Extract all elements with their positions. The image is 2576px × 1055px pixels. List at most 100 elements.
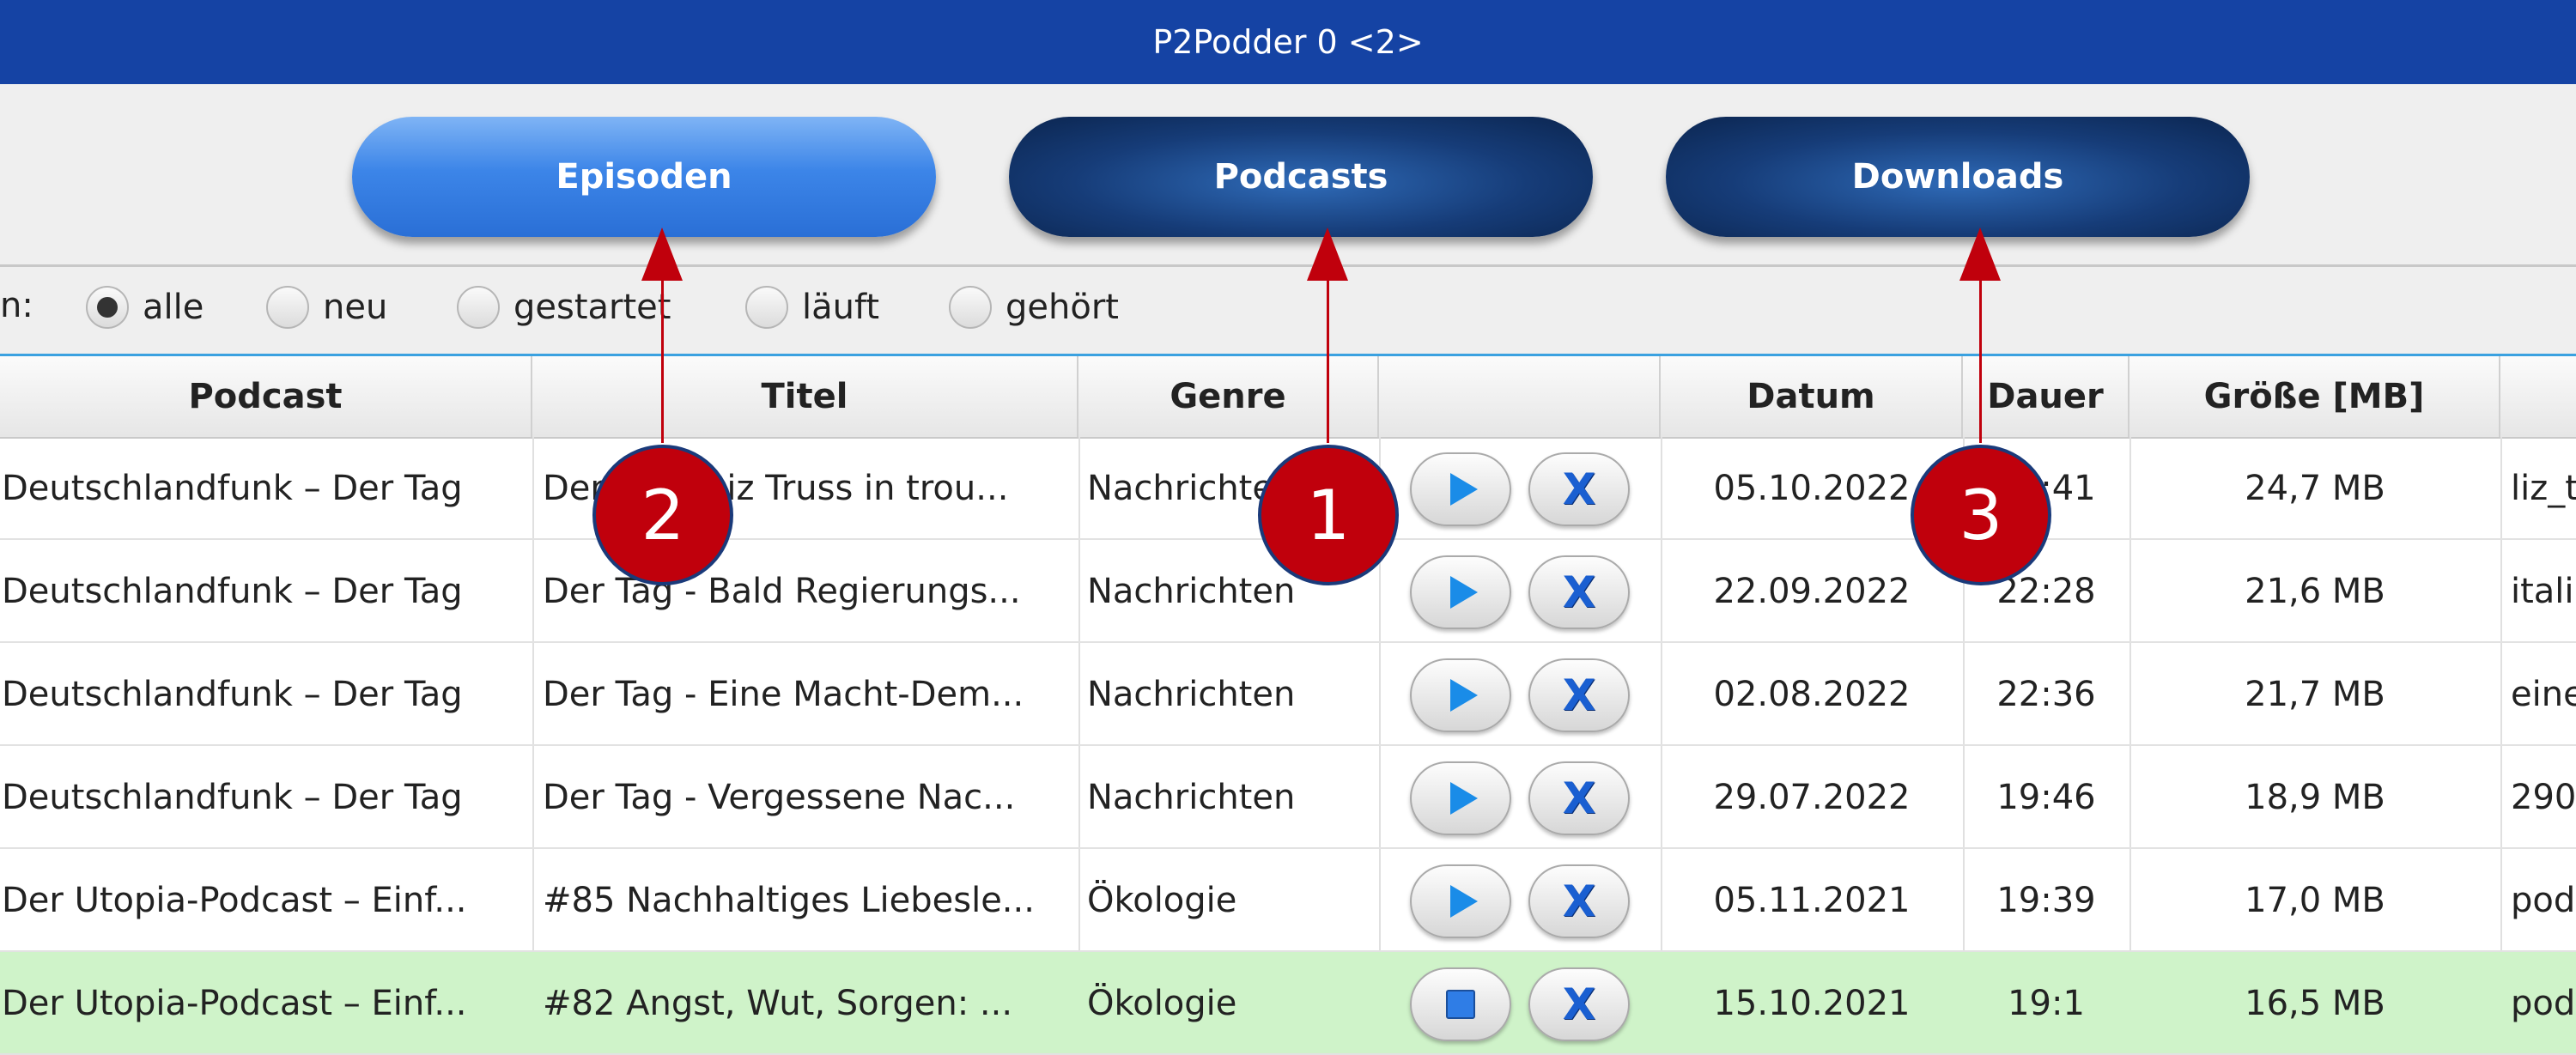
filter-gestartet-radio[interactable]: gestartet xyxy=(457,286,671,329)
cell-file: pod xyxy=(2511,984,2576,1023)
annotation-arrow-head xyxy=(641,227,683,281)
cell-podcast: Deutschlandfunk – Der Tag xyxy=(2,675,463,714)
radio-selected-icon xyxy=(86,286,129,329)
cell-title: Der Tag - Eine Macht-Dem... xyxy=(543,675,1024,714)
annotation-arrow-head xyxy=(1307,227,1348,281)
cell-genre: Ökologie xyxy=(1087,881,1237,920)
play-icon xyxy=(1450,885,1478,918)
play-button[interactable] xyxy=(1410,864,1511,938)
filter-laeuft-radio[interactable]: läuft xyxy=(745,286,879,329)
delete-button[interactable]: X xyxy=(1528,967,1630,1041)
cell-podcast: Deutschlandfunk – Der Tag xyxy=(2,469,463,508)
delete-button[interactable]: X xyxy=(1528,452,1630,526)
cell-podcast: Der Utopia-Podcast – Einf... xyxy=(2,984,467,1023)
episode-table: Podcast Titel Genre Datum Dauer Größe [M… xyxy=(0,354,2576,1055)
window-titlebar: P2Podder 0 <2> xyxy=(0,0,2576,84)
radio-icon xyxy=(457,286,500,329)
filter-neu-radio[interactable]: neu xyxy=(266,286,387,329)
column-header-duration[interactable]: Dauer xyxy=(1963,356,2129,437)
cell-size: 21,7 MB xyxy=(2245,675,2385,714)
x-icon: X xyxy=(1562,979,1596,1029)
episode-filter: n: alle neu gestartet läuft gehört xyxy=(0,267,2576,353)
column-header-podcast[interactable]: Podcast xyxy=(0,356,532,437)
annotation-marker-2: 2 xyxy=(592,445,733,585)
cell-duration: 19:46 xyxy=(1996,778,2096,817)
annotation-arrow-line xyxy=(661,275,664,443)
radio-icon xyxy=(745,286,788,329)
column-header-genre[interactable]: Genre xyxy=(1078,356,1379,437)
x-icon: X xyxy=(1562,670,1596,720)
play-icon xyxy=(1450,782,1478,815)
play-button[interactable] xyxy=(1410,761,1511,835)
delete-button[interactable]: X xyxy=(1528,761,1630,835)
cell-size: 18,9 MB xyxy=(2245,778,2385,817)
cell-podcast: Der Utopia-Podcast – Einf... xyxy=(2,881,467,920)
cell-title: Der Tag - Vergessene Nac... xyxy=(543,778,1016,817)
cell-genre: Nachrichten xyxy=(1087,778,1296,817)
cell-file: pod xyxy=(2511,881,2576,920)
cell-date: 29.07.2022 xyxy=(1713,778,1911,817)
filter-option-label: alle xyxy=(143,288,204,327)
x-icon: X xyxy=(1562,567,1596,617)
cell-podcast: Deutschlandfunk – Der Tag xyxy=(2,778,463,817)
radio-icon xyxy=(949,286,992,329)
play-button[interactable] xyxy=(1410,658,1511,732)
annotation-arrow-head xyxy=(1959,227,2001,281)
column-header-file[interactable] xyxy=(2500,356,2576,437)
table-row-playing[interactable]: Der Utopia-Podcast – Einf... #82 Angst, … xyxy=(0,952,2576,1055)
column-header-actions[interactable] xyxy=(1379,356,1661,437)
filter-option-label: läuft xyxy=(802,288,880,327)
cell-file: liz_t xyxy=(2511,469,2576,508)
tab-bar: Episoden Podcasts Downloads xyxy=(0,84,2576,267)
column-header-size[interactable]: Größe [MB] xyxy=(2129,356,2500,437)
play-button[interactable] xyxy=(1410,555,1511,629)
cell-genre: Nachrichten xyxy=(1087,675,1296,714)
column-header-date[interactable]: Datum xyxy=(1661,356,1963,437)
radio-icon xyxy=(266,286,309,329)
cell-file: itali xyxy=(2511,572,2574,611)
play-icon xyxy=(1450,679,1478,712)
filter-label: n: xyxy=(0,286,33,325)
cell-date: 05.11.2021 xyxy=(1713,881,1911,920)
cell-duration: 19:39 xyxy=(1996,881,2096,920)
stop-icon xyxy=(1446,990,1475,1019)
cell-size: 21,6 MB xyxy=(2245,572,2385,611)
cell-size: 16,5 MB xyxy=(2245,984,2385,1023)
cell-date: 22.09.2022 xyxy=(1713,572,1911,611)
cell-podcast: Deutschlandfunk – Der Tag xyxy=(2,572,463,611)
cell-file: 290 xyxy=(2511,778,2576,817)
play-icon xyxy=(1450,473,1478,506)
tab-downloads[interactable]: Downloads xyxy=(1666,117,2250,237)
cell-size: 24,7 MB xyxy=(2245,469,2385,508)
table-row[interactable]: Deutschlandfunk – Der Tag Der Tag - Eine… xyxy=(0,643,2576,746)
filter-option-label: gehört xyxy=(1005,288,1119,327)
delete-button[interactable]: X xyxy=(1528,555,1630,629)
play-button[interactable] xyxy=(1410,452,1511,526)
annotation-marker-3: 3 xyxy=(1911,445,2051,585)
play-icon xyxy=(1450,576,1478,609)
filter-option-label: neu xyxy=(323,288,388,327)
x-icon: X xyxy=(1562,876,1596,926)
cell-size: 17,0 MB xyxy=(2245,881,2385,920)
filter-gehoert-radio[interactable]: gehört xyxy=(949,286,1119,329)
cell-duration: 22:36 xyxy=(1996,675,2096,714)
annotation-arrow-line xyxy=(1327,275,1329,443)
filter-alle-radio[interactable]: alle xyxy=(86,286,204,329)
cell-date: 02.08.2022 xyxy=(1713,675,1911,714)
column-header-title[interactable]: Titel xyxy=(532,356,1078,437)
cell-genre: Ökologie xyxy=(1087,984,1237,1023)
annotation-marker-1: 1 xyxy=(1258,445,1399,585)
stop-button[interactable] xyxy=(1410,967,1511,1041)
cell-date: 15.10.2021 xyxy=(1713,984,1911,1023)
tab-episoden[interactable]: Episoden xyxy=(352,117,936,237)
annotation-arrow-line xyxy=(1979,275,1982,443)
tab-podcasts[interactable]: Podcasts xyxy=(1009,117,1593,237)
delete-button[interactable]: X xyxy=(1528,658,1630,732)
filter-option-label: gestartet xyxy=(513,288,671,327)
table-row[interactable]: Der Utopia-Podcast – Einf... #85 Nachhal… xyxy=(0,849,2576,952)
cell-title: #82 Angst, Wut, Sorgen: ... xyxy=(543,984,1013,1023)
table-row[interactable]: Deutschlandfunk – Der Tag Der Tag - Verg… xyxy=(0,746,2576,849)
x-icon: X xyxy=(1562,773,1596,823)
delete-button[interactable]: X xyxy=(1528,864,1630,938)
cell-title: #85 Nachhaltiges Liebesle... xyxy=(543,881,1035,920)
